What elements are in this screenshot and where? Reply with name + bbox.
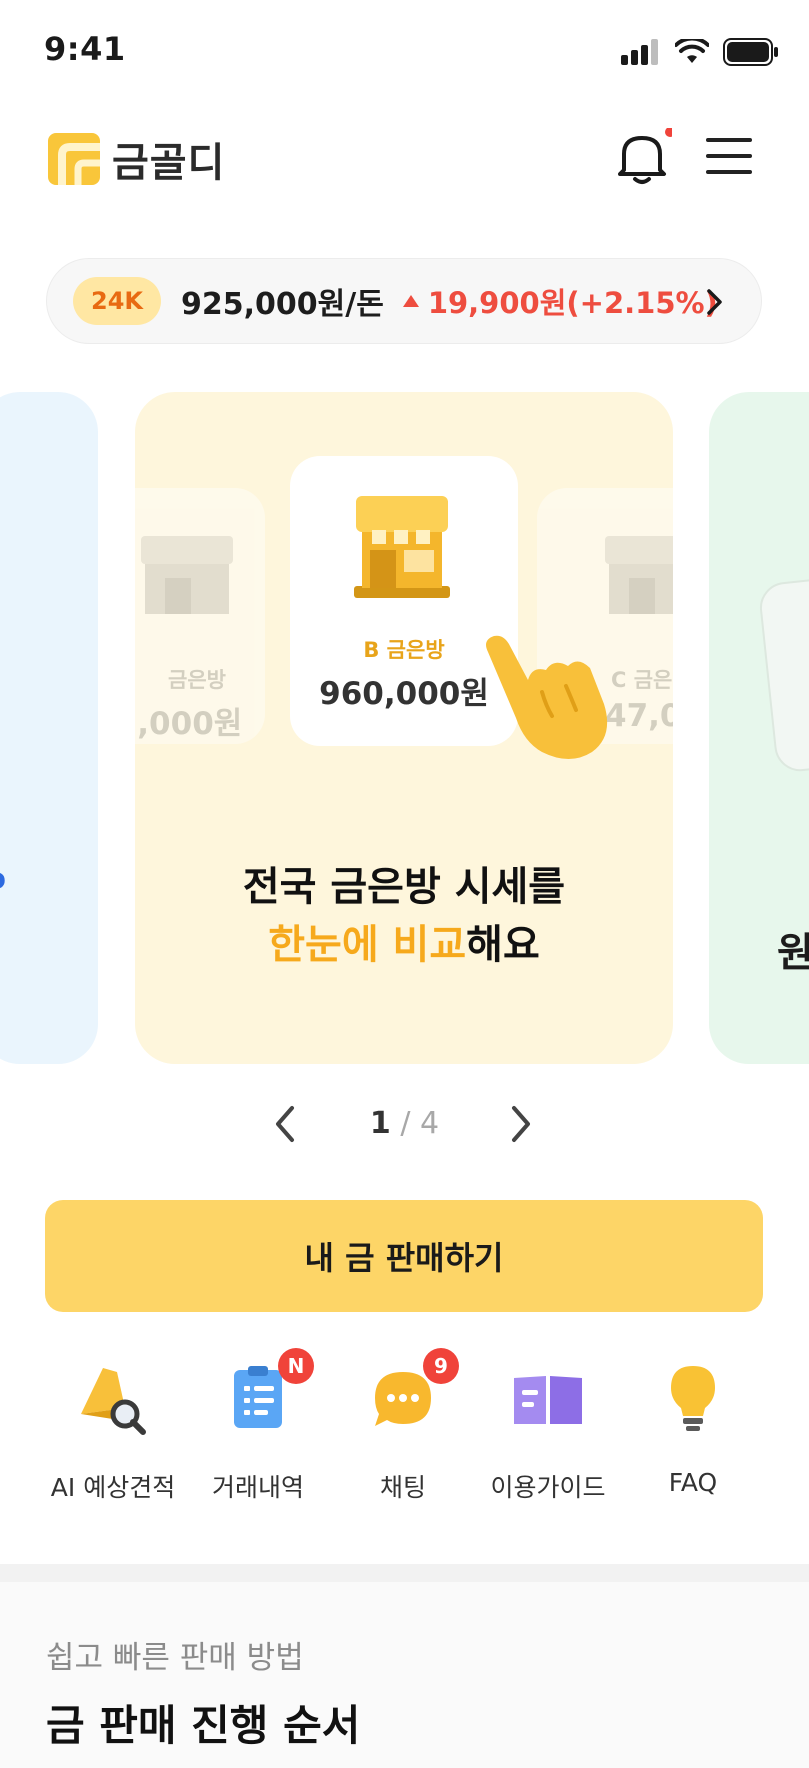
app-name: 금골디 [112,140,226,186]
quick-menu-label: 거래내역 [211,1473,304,1502]
pager-current: 1 [369,1106,391,1141]
quick-menu: AI 예상견적 N 거래내역 9 채팅 이용가이드 FAQ [0,1348,809,1518]
carousel-pager: 1 / 4 [0,1100,809,1150]
chat-bubble-icon: 9 [363,1348,459,1438]
next-card-illustration [757,572,809,774]
notification-button[interactable] [612,127,675,192]
section-divider [0,1564,809,1582]
new-badge: N [278,1348,314,1384]
carousel-card-current[interactable]: 금은방 3,000원 B 금은방 960,000원 C 금은 47,00 [135,392,673,1064]
gold-search-icon [73,1358,153,1438]
prev-card-peek-text: % [0,852,6,898]
card-title-line2: 한눈에 비교해요 [135,912,673,970]
card-title-accent: 한눈에 비교 [268,922,467,968]
logo-icon [48,133,100,185]
carousel-card-prev[interactable]: % [0,392,98,1064]
gold-price: 925,000원/돈 [181,287,384,322]
card-title-rest: 해요 [466,922,540,968]
pointing-hand-icon [486,635,608,759]
next-card-peek-text: 원 [777,930,809,976]
battery-icon [723,38,778,66]
shop-card-a: 금은방 3,000원 [135,488,265,744]
quick-menu-label: 채팅 [379,1473,426,1502]
sell-process-section: 쉽고 빠른 판매 방법 금 판매 진행 순서 [0,1582,809,1768]
pager-separator: / [390,1106,420,1141]
quick-menu-transactions[interactable]: N 거래내역 [183,1348,333,1504]
app-header: 금골디 [0,110,809,202]
shop-name: C 금은 [611,668,673,692]
status-bar: 9:41 [0,0,809,100]
unread-count-badge: 9 [423,1348,459,1384]
price-change-value: 19,900원(+2.15%) [427,286,718,320]
section-subtitle: 쉽고 빠른 판매 방법 [46,1640,304,1676]
chevron-right-icon[interactable] [508,1104,534,1144]
price-change: 19,900원(+2.15%) [402,280,718,322]
pager-indicator: 1 / 4 [0,1106,809,1141]
quick-menu-chat[interactable]: 9 채팅 [328,1348,478,1504]
shop-price: 3,000원 [135,706,243,742]
shop-icon [141,536,233,614]
karat-badge: 24K [73,277,161,325]
clipboard-icon: N [218,1348,314,1438]
lightbulb-icon [653,1358,733,1438]
carousel-card-next[interactable]: 원 [709,392,809,1064]
section-title: 금 판매 진행 순서 [46,1701,361,1750]
chevron-right-icon [707,289,722,315]
quick-menu-label: FAQ [668,1468,718,1497]
status-icons [621,38,779,66]
bell-icon [618,127,675,184]
card-title-line1: 전국 금은방 시세를 [242,864,566,910]
quick-menu-ai-estimate[interactable]: AI 예상견적 [38,1358,188,1504]
shop-icon [605,536,673,614]
quick-menu-faq[interactable]: FAQ [618,1358,768,1497]
wifi-icon [675,39,709,63]
gold-shop-icon [354,496,450,598]
app-logo[interactable]: 금골디 [48,130,225,188]
hamburger-menu-button[interactable] [706,138,754,174]
pager-total: 4 [419,1106,440,1141]
quick-menu-label: AI 예상견적 [50,1473,176,1502]
up-triangle-icon [402,295,419,307]
sell-gold-button[interactable]: 내 금 판매하기 [45,1200,763,1312]
gold-price-ticker[interactable]: 24K 925,000원/돈 19,900원(+2.15%) [46,258,762,344]
quick-menu-guide[interactable]: 이용가이드 [473,1358,623,1504]
quick-menu-label: 이용가이드 [490,1473,606,1502]
signal-icon [621,39,658,65]
open-book-icon [508,1358,588,1438]
status-time: 9:41 [44,30,126,68]
